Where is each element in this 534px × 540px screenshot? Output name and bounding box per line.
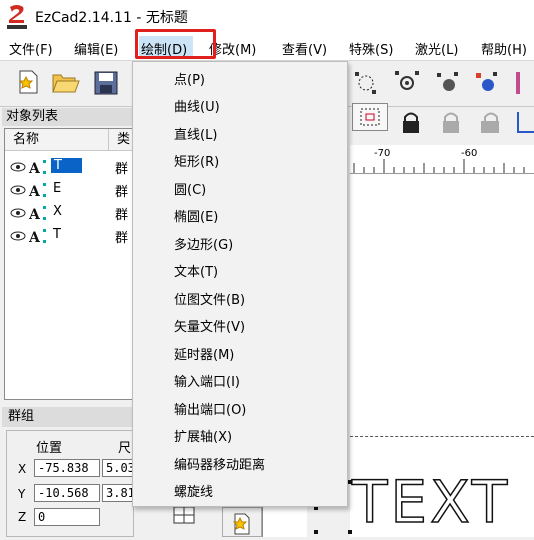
menu-item-bitmap[interactable]: 位图文件(B) xyxy=(174,289,245,308)
z-position-field[interactable]: 0 xyxy=(34,508,100,526)
menu-item-output-port[interactable]: 输出端口(O) xyxy=(174,399,246,418)
bottom-panel xyxy=(262,507,307,537)
list-item-name: T xyxy=(51,158,82,173)
eye-text-icon: A xyxy=(10,183,46,198)
color-object-icon[interactable] xyxy=(471,68,501,98)
y-position-field[interactable]: -10.568 xyxy=(34,484,100,502)
size-label: 尺 xyxy=(118,441,132,456)
x-position-field[interactable]: -75.838 xyxy=(34,459,100,477)
select-rect-button[interactable] xyxy=(352,103,388,131)
menu-item-encoder-distance[interactable]: 编码器移动距离 xyxy=(174,454,265,473)
position-label: 位置 xyxy=(36,441,63,456)
unlock-icon[interactable] xyxy=(436,108,466,138)
ruler-label: -70 xyxy=(374,148,391,159)
menu-special[interactable]: 特殊(S) xyxy=(349,39,393,58)
list-item-type: 群 xyxy=(115,208,129,223)
group-panel-title: 群组 xyxy=(2,407,134,427)
menu-view[interactable]: 查看(V) xyxy=(282,39,327,58)
list-item-type: 群 xyxy=(115,162,129,177)
x-size-field[interactable]: 5.03 xyxy=(102,459,134,477)
column-header-type[interactable]: 类 xyxy=(109,129,133,151)
menu-item-rectangle[interactable]: 矩形(R) xyxy=(174,151,219,170)
x-label: X xyxy=(18,462,27,476)
grid-icon[interactable] xyxy=(172,505,196,525)
svg-text:A: A xyxy=(28,230,41,244)
lock-icon[interactable] xyxy=(396,108,426,138)
list-item[interactable]: A T 群 xyxy=(5,156,133,178)
draw-dropdown-menu: 点(P) 曲线(U) 直线(L) 矩形(R) 圆(C) 椭圆(E) 多边形(G)… xyxy=(132,61,348,507)
select-rect-icon xyxy=(360,108,380,126)
toolbar-edge-icon[interactable] xyxy=(510,68,534,98)
list-item[interactable]: A E 群 xyxy=(5,179,133,201)
list-item-type: 群 xyxy=(115,185,129,200)
list-item-name: T xyxy=(53,227,61,242)
menu-item-extend-axis[interactable]: 扩展轴(X) xyxy=(174,426,232,445)
menu-item-delay[interactable]: 延时器(M) xyxy=(174,344,234,363)
gear-align-icon[interactable] xyxy=(392,68,422,98)
eye-text-icon: A xyxy=(10,229,46,244)
list-item-name: X xyxy=(53,204,62,219)
list-item-name: E xyxy=(53,181,62,196)
eye-text-icon: A xyxy=(10,160,46,175)
menu-item-text[interactable]: 文本(T) xyxy=(174,261,218,280)
menu-edit[interactable]: 编辑(E) xyxy=(74,39,118,58)
save-icon[interactable] xyxy=(91,68,121,98)
y-size-field[interactable]: 3.81 xyxy=(102,484,134,502)
menu-item-spiral[interactable]: 螺旋线 xyxy=(174,481,213,500)
menu-item-circle[interactable]: 圆(C) xyxy=(174,179,206,198)
eye-text-icon: A xyxy=(10,206,46,221)
new-file-icon[interactable] xyxy=(12,67,42,97)
ruler-label: -60 xyxy=(461,148,478,159)
measure-icon[interactable] xyxy=(512,108,534,138)
svg-text:A: A xyxy=(28,184,41,198)
ezcad-logo-icon xyxy=(7,5,27,29)
annotation-highlight-box xyxy=(135,29,216,59)
menu-item-polygon[interactable]: 多边形(G) xyxy=(174,234,233,253)
open-folder-icon[interactable] xyxy=(50,67,80,97)
unlock-all-icon[interactable] xyxy=(474,108,504,138)
work-area-boundary xyxy=(350,436,534,437)
canvas-text-object[interactable]: TEXT xyxy=(351,469,510,535)
svg-text:A: A xyxy=(28,161,41,175)
menu-item-curve[interactable]: 曲线(U) xyxy=(174,96,220,115)
window-title: EzCad2.14.11 - 无标题 xyxy=(35,10,188,26)
menu-item-point[interactable]: 点(P) xyxy=(174,69,205,88)
new-file-icon xyxy=(232,513,250,535)
menu-file[interactable]: 文件(F) xyxy=(9,39,53,58)
node-edit-icon[interactable] xyxy=(350,68,380,98)
menu-modify[interactable]: 修改(M) xyxy=(209,39,256,58)
y-label: Y xyxy=(18,487,26,501)
combine-icon[interactable] xyxy=(432,68,462,98)
list-item-type: 群 xyxy=(115,231,129,246)
object-list-title: 对象列表 xyxy=(2,108,134,126)
bottom-tool-button[interactable] xyxy=(222,507,262,537)
svg-text:A: A xyxy=(28,207,41,221)
menu-help[interactable]: 帮助(H) xyxy=(481,39,527,58)
list-item[interactable]: A T 群 xyxy=(5,225,133,247)
list-item[interactable]: A X 群 xyxy=(5,202,133,224)
menu-item-line[interactable]: 直线(L) xyxy=(174,124,217,143)
z-label: Z xyxy=(18,510,27,524)
column-header-name[interactable]: 名称 xyxy=(5,129,109,151)
object-list[interactable]: 名称 类 A T 群 A E 群 A X 群 A T 群 xyxy=(4,128,134,400)
menu-item-vector[interactable]: 矢量文件(V) xyxy=(174,316,245,335)
menu-item-input-port[interactable]: 输入端口(I) xyxy=(174,371,240,390)
menu-bar: 文件(F) 编辑(E) 修改(M) 查看(V) 特殊(S) 激光(L) 帮助(H… xyxy=(0,34,534,61)
menu-laser[interactable]: 激光(L) xyxy=(415,39,458,58)
menu-item-ellipse[interactable]: 椭圆(E) xyxy=(174,206,218,225)
